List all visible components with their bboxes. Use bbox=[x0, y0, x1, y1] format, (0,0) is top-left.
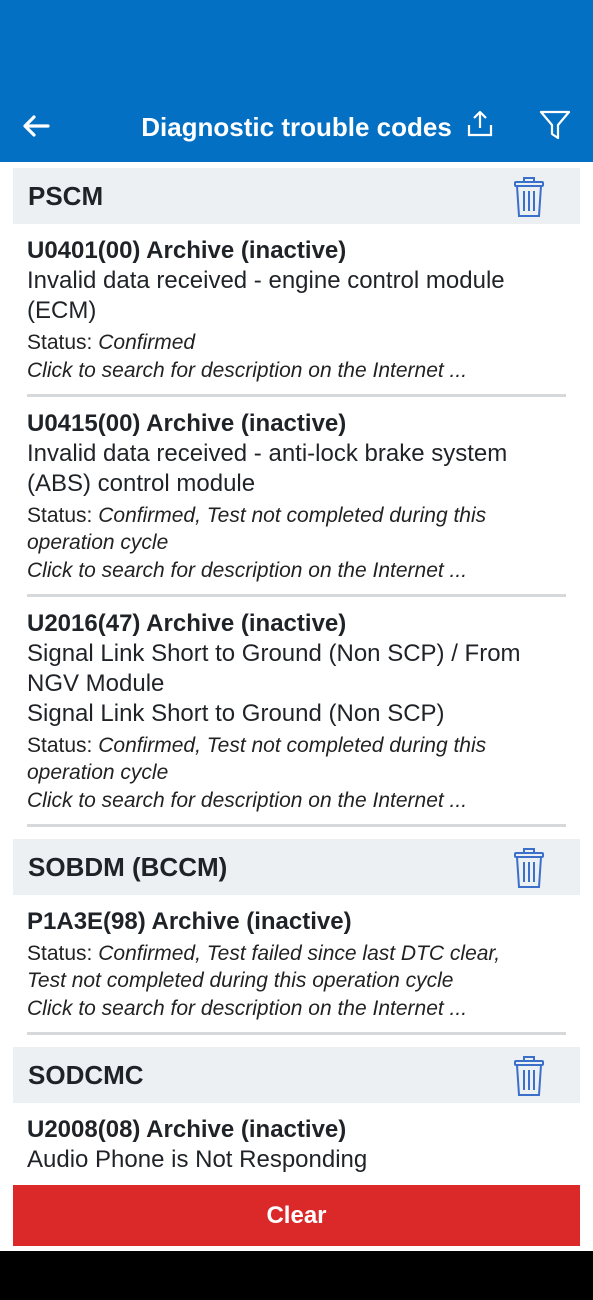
search-internet-link[interactable]: Click to search for description on the I… bbox=[27, 994, 566, 1024]
module-name: SODCMC bbox=[28, 1060, 144, 1090]
status-value: Confirmed bbox=[98, 331, 196, 354]
dtc-status: Status: Confirmed, Test not completed du… bbox=[27, 502, 566, 556]
dtc-status: Status: Confirmed, Test not completed du… bbox=[27, 732, 566, 786]
dtc-status: Status: Confirmed, Test failed since las… bbox=[27, 940, 566, 994]
dtc-item[interactable]: U0415(00) Archive (inactive) Invalid dat… bbox=[27, 397, 566, 597]
status-value-cont: Test not completed during this operation… bbox=[27, 969, 454, 992]
status-value: Confirmed, Test not completed during thi… bbox=[98, 734, 487, 757]
dtc-code: U2016(47) Archive (inactive) bbox=[27, 610, 347, 637]
dtc-code: P1A3E(98) Archive (inactive) bbox=[27, 908, 352, 935]
share-icon[interactable] bbox=[464, 108, 496, 140]
page-title: Diagnostic trouble codes bbox=[141, 112, 452, 142]
dtc-item[interactable]: U2008(08) Archive (inactive) Audio Phone… bbox=[27, 1103, 566, 1183]
dtc-status: Status: Confirmed bbox=[27, 329, 566, 356]
status-label: Status: bbox=[27, 942, 93, 965]
dtc-list[interactable]: PSCM U0401(00) Archive (inactive) Invali… bbox=[0, 162, 593, 1185]
dtc-description: Audio Phone is Not Responding bbox=[27, 1146, 368, 1173]
trash-icon[interactable] bbox=[512, 176, 546, 218]
dtc-item[interactable]: U0401(00) Archive (inactive) Invalid dat… bbox=[27, 224, 566, 397]
search-internet-link[interactable]: Click to search for description on the I… bbox=[27, 556, 566, 586]
dtc-description: Invalid data received - anti-lock brake … bbox=[27, 440, 508, 467]
module-name: PSCM bbox=[28, 181, 104, 211]
clear-button[interactable]: Clear bbox=[13, 1185, 580, 1246]
dtc-code: U0415(00) Archive (inactive) bbox=[27, 410, 347, 437]
status-label: Status: bbox=[27, 504, 93, 527]
dtc-code: U2008(08) Archive (inactive) bbox=[27, 1116, 347, 1143]
dtc-description: (ECM) bbox=[27, 297, 97, 324]
module-header-sobdm: SOBDM (BCCM) bbox=[13, 839, 580, 895]
module-header-sodcmc: SODCMC bbox=[13, 1047, 580, 1103]
trash-icon[interactable] bbox=[512, 847, 546, 889]
module-name: SOBDM (BCCM) bbox=[28, 852, 228, 882]
status-value: Confirmed, Test failed since last DTC cl… bbox=[98, 942, 501, 965]
dtc-description: NGV Module bbox=[27, 670, 165, 697]
status-value-cont: operation cycle bbox=[27, 531, 169, 554]
dtc-item[interactable]: U2016(47) Archive (inactive) Signal Link… bbox=[27, 597, 566, 827]
dtc-description: Signal Link Short to Ground (Non SCP) bbox=[27, 700, 445, 727]
dtc-description: Invalid data received - engine control m… bbox=[27, 267, 505, 294]
status-label: Status: bbox=[27, 331, 93, 354]
trash-icon[interactable] bbox=[512, 1055, 546, 1097]
status-label: Status: bbox=[27, 734, 93, 757]
dtc-item[interactable]: P1A3E(98) Archive (inactive) Status: Con… bbox=[27, 895, 566, 1035]
search-internet-link[interactable]: Click to search for description on the I… bbox=[27, 356, 566, 386]
dtc-description: (ABS) control module bbox=[27, 470, 256, 497]
status-value-cont: operation cycle bbox=[27, 761, 169, 784]
search-internet-link[interactable]: Click to search for description on the I… bbox=[27, 786, 566, 816]
status-value: Confirmed, Test not completed during thi… bbox=[98, 504, 487, 527]
filter-icon[interactable] bbox=[538, 108, 572, 142]
dtc-description: Signal Link Short to Ground (Non SCP) / … bbox=[27, 640, 521, 667]
app-bar: Diagnostic trouble codes bbox=[0, 0, 593, 162]
dtc-code: U0401(00) Archive (inactive) bbox=[27, 237, 347, 264]
module-header-pscm: PSCM bbox=[13, 168, 580, 224]
system-nav-bar bbox=[0, 1251, 593, 1300]
